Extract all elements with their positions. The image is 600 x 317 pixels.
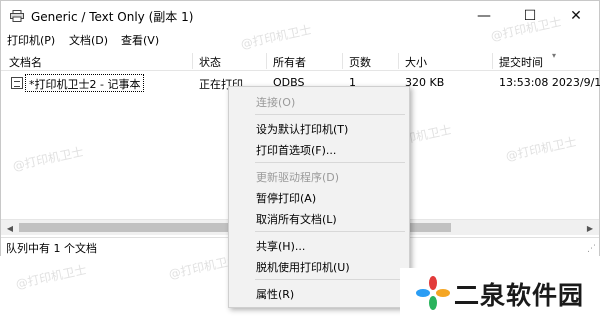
ctx-set-default[interactable]: 设为默认打印机(T): [229, 117, 409, 138]
column-status[interactable]: 状态: [199, 54, 221, 70]
context-menu: 连接(O) 设为默认打印机(T) 打印首选项(F)... 更新驱动程序(D) 暂…: [228, 86, 410, 308]
resize-grip-icon[interactable]: ⋰: [587, 244, 596, 254]
menu-view[interactable]: 查看(V): [121, 32, 159, 48]
printer-icon: [10, 10, 24, 22]
queue-status-text: 队列中有 1 个文档: [6, 242, 97, 255]
column-owner[interactable]: 所有者: [273, 54, 306, 70]
window-title: Generic / Text Only (副本 1): [31, 10, 194, 24]
job-size: 320 KB: [405, 76, 445, 89]
menu-separator: [255, 162, 405, 163]
ctx-update-driver: 更新驱动程序(D): [256, 171, 340, 184]
scroll-right-icon[interactable]: ▶: [582, 221, 598, 235]
brand-logo: 二泉软件园: [400, 268, 600, 317]
menu-printer[interactable]: 打印机(P): [7, 32, 55, 48]
title-bar[interactable]: Generic / Text Only (副本 1) — ☐ ✕: [1, 1, 599, 31]
column-divider[interactable]: [342, 53, 343, 69]
column-submitted[interactable]: 提交时间: [499, 54, 543, 70]
ctx-cancel-all-documents[interactable]: 取消所有文档(L): [229, 207, 409, 228]
maximize-button[interactable]: ☐: [507, 1, 553, 31]
ctx-print-preferences[interactable]: 打印首选项(F)...: [229, 138, 409, 159]
ctx-use-offline[interactable]: 脱机使用打印机(U): [229, 255, 409, 276]
ctx-sharing[interactable]: 共享(H)...: [229, 234, 409, 255]
column-size[interactable]: 大小: [405, 54, 427, 70]
column-divider[interactable]: [492, 53, 493, 69]
document-icon: [11, 77, 23, 89]
menu-separator: [255, 231, 405, 232]
job-submitted: 13:53:08 2023/9/1: [499, 76, 600, 89]
job-document-name[interactable]: *打印机卫士2 - 记事本: [25, 74, 145, 92]
pinwheel-logo-icon: [416, 276, 450, 310]
column-document-name[interactable]: 文档名: [9, 54, 42, 70]
logo-text: 二泉软件园: [454, 281, 585, 310]
watermark: @打印机卫士: [14, 262, 88, 292]
menu-bar: 打印机(P) 文档(D) 查看(V): [1, 31, 599, 49]
sort-chevron-icon: ▾: [552, 51, 557, 60]
ctx-connect: 连接(O): [256, 96, 296, 109]
scroll-left-icon[interactable]: ◀: [2, 221, 18, 235]
menu-document[interactable]: 文档(D): [69, 32, 108, 48]
close-button[interactable]: ✕: [553, 1, 599, 31]
menu-separator: [255, 114, 405, 115]
column-divider[interactable]: [266, 53, 267, 69]
minimize-button[interactable]: —: [461, 1, 507, 31]
column-divider[interactable]: [192, 53, 193, 69]
menu-separator: [255, 279, 405, 280]
column-header: 文档名 状态 所有者 页数 大小 提交时间 ▾: [1, 51, 599, 71]
ctx-properties[interactable]: 属性(R): [229, 282, 409, 303]
ctx-pause-printing[interactable]: 暂停打印(A): [229, 186, 409, 207]
column-divider[interactable]: [398, 53, 399, 69]
column-pages[interactable]: 页数: [349, 54, 371, 70]
